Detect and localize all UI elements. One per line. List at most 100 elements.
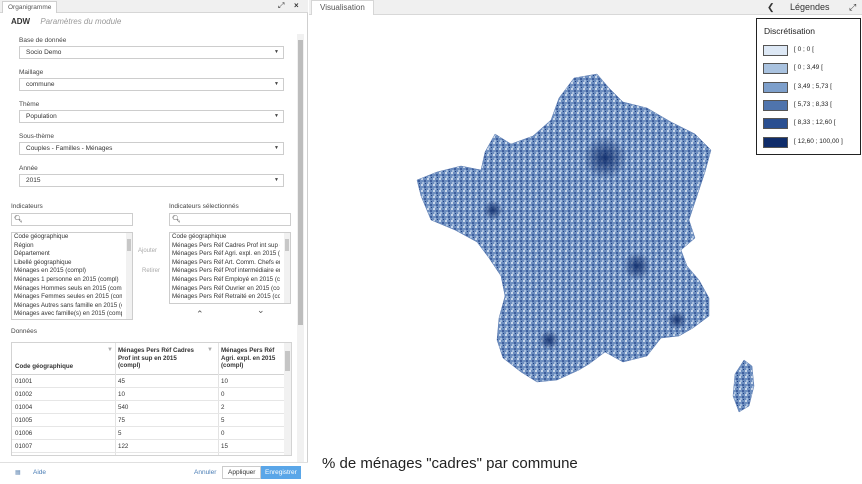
window-tab-organigramme[interactable]: Organigramme xyxy=(2,1,58,13)
theme-select[interactable]: Population ▼ xyxy=(19,110,284,123)
list-item[interactable]: Ménages avec famille(s) en 2015 (compl) xyxy=(12,310,122,319)
list-item[interactable]: Code géographique xyxy=(12,233,122,242)
grid-scrollbar[interactable] xyxy=(284,343,291,455)
lyon-hotspot xyxy=(623,252,651,280)
close-icon[interactable]: × xyxy=(294,1,299,11)
cell-value: 75 xyxy=(118,417,125,424)
list-item[interactable]: Libellé géographique xyxy=(12,259,122,268)
apply-button[interactable]: Appliquer xyxy=(222,466,262,479)
legendes-button[interactable]: Légendes xyxy=(790,1,830,14)
paris-hotspot xyxy=(583,136,627,180)
selected-indicators-list[interactable]: Code géographique Ménages Pers Réf Cadre… xyxy=(169,232,291,304)
donnees-label: Données xyxy=(11,328,38,335)
cell-value: 45 xyxy=(118,378,125,385)
database-value: Socio Demo xyxy=(26,49,62,56)
maillage-select[interactable]: commune ▼ xyxy=(19,78,284,91)
grid-scrollbar-thumb[interactable] xyxy=(285,351,290,371)
parameters-panel: Organigramme ⤢ × ADW Paramètres du modul… xyxy=(0,0,308,484)
legend-class-label: [ 12,60 ; 100,00 ] xyxy=(794,138,843,145)
sous-theme-select[interactable]: Couples - Familles - Ménages ▼ xyxy=(19,142,284,155)
table-row[interactable]: 01006 5 0 xyxy=(12,427,291,440)
field-label-maillage: Maillage xyxy=(19,69,44,76)
tab-visualisation[interactable]: Visualisation xyxy=(311,0,374,15)
parameters-form: Base de donnée Socio Demo ▼ Maillage com… xyxy=(19,36,284,196)
list-item[interactable]: Ménages Pers Réf Cadres Prof int sup en … xyxy=(170,242,280,251)
list-item[interactable]: Ménages Pers Réf Art. Comm. Chefs entr. xyxy=(170,259,280,268)
cell-value: 0 xyxy=(221,430,225,437)
grid-header: Code géographique Ménages Pers Réf Cadre… xyxy=(12,343,291,375)
panel-scrollbar-thumb[interactable] xyxy=(298,40,303,325)
legend-class-label: [ 5,73 ; 8,33 [ xyxy=(794,101,832,108)
list-item[interactable]: Ménages 1 personne en 2015 (compl) xyxy=(12,276,122,285)
table-row[interactable]: 01007 122 15 xyxy=(12,440,291,453)
list-item[interactable]: Ménages Pers Réf Employé en 2015 (comp xyxy=(170,276,280,285)
cancel-button[interactable]: Annuler xyxy=(194,469,216,476)
list-item[interactable]: Code géographique xyxy=(170,233,280,242)
legend-title: Discrétisation xyxy=(764,26,816,36)
expand-icon[interactable]: ⤢ xyxy=(278,1,284,11)
filter-icon[interactable]: ▼ xyxy=(207,347,213,353)
list-item[interactable]: Ménages Femmes seules en 2015 (compl) xyxy=(12,293,122,302)
legend-class-label: [ 0 ; 0 [ xyxy=(794,46,814,53)
move-down-button[interactable]: ⌄ xyxy=(257,305,265,316)
indicators-list[interactable]: Code géographique Région Département Lib… xyxy=(11,232,133,320)
cell-code: 01002 xyxy=(15,391,33,398)
list-item[interactable]: Ménages Pers Réf Agri. expl. en 2015 (co xyxy=(170,250,280,259)
field-label-theme: Thème xyxy=(19,101,40,108)
filter-icon[interactable]: ▼ xyxy=(107,347,113,353)
list-scrollbar-thumb[interactable] xyxy=(285,239,289,251)
list-item[interactable]: Ménages Pers Réf Prof intermédiaire en 2 xyxy=(170,267,280,276)
panel-scrollbar[interactable] xyxy=(297,34,304,462)
corsica-shape xyxy=(732,359,755,413)
indicators-search-input[interactable]: 🔍︎ xyxy=(11,213,133,226)
grid-menu-icon[interactable]: ▦ xyxy=(15,469,21,476)
grid-header-cell[interactable]: Ménages Pers Réf Agri. expl. en 2015 (co… xyxy=(221,347,285,370)
legend-class-label: [ 8,33 ; 12,60 [ xyxy=(794,119,836,126)
remove-button[interactable]: Retirer xyxy=(142,268,160,274)
panel-header: ADW Paramètres du module xyxy=(11,17,121,29)
visualisation-panel: Visualisation ❮ Légendes ⤢ Discrétisatio… xyxy=(309,0,862,484)
list-item[interactable]: Département xyxy=(12,250,122,259)
cell-code: 01007 xyxy=(15,443,33,450)
panel-footer: ▦ Aide Annuler Appliquer Enregistrer xyxy=(0,462,308,484)
dropdown-arrow-icon: ▼ xyxy=(274,113,279,119)
list-item[interactable]: Ménages Autres sans famille en 2015 (co xyxy=(12,302,122,311)
chevron-left-icon[interactable]: ❮ xyxy=(767,1,775,14)
map-caption: % de ménages "cadres" par commune xyxy=(322,455,578,472)
grid-header-cell[interactable]: Code géographique xyxy=(15,363,105,371)
list-item[interactable]: Ménages Hommes seuls en 2015 (compl) xyxy=(12,285,122,294)
table-row[interactable]: 01004 540 2 xyxy=(12,401,291,414)
choropleth-map[interactable] xyxy=(409,70,769,420)
list-item[interactable]: Ménages Pers Réf Ouvrier en 2015 (comp xyxy=(170,285,280,294)
save-button[interactable]: Enregistrer xyxy=(261,466,301,479)
legend-swatch xyxy=(763,45,788,56)
grid-header-cell[interactable]: Ménages Pers Réf Cadres Prof int sup en … xyxy=(118,347,198,370)
table-row[interactable]: 01001 45 10 xyxy=(12,375,291,388)
field-label-annee: Année xyxy=(19,165,38,172)
module-title: Paramètres du module xyxy=(40,17,122,26)
theme-value: Population xyxy=(26,113,57,120)
list-scrollbar[interactable] xyxy=(126,233,132,319)
list-item[interactable]: Ménages Pers Réf Retraité en 2015 (comp xyxy=(170,293,280,302)
database-select[interactable]: Socio Demo ▼ xyxy=(19,46,284,59)
list-scrollbar-thumb[interactable] xyxy=(127,239,131,251)
table-row[interactable]: 01002 10 0 xyxy=(12,388,291,401)
add-button[interactable]: Ajouter xyxy=(138,248,157,254)
indicators-block: Indicateurs 🔍︎ xyxy=(11,202,133,226)
table-row[interactable]: 01005 75 5 xyxy=(12,414,291,427)
window-tab-bar: Organigramme ⤢ × xyxy=(0,0,308,13)
cell-code: 01001 xyxy=(15,378,33,385)
search-icon: 🔍︎ xyxy=(14,216,23,223)
list-scrollbar[interactable] xyxy=(284,233,290,303)
expand-icon[interactable]: ⤢ xyxy=(849,1,856,14)
selected-search-input[interactable]: 🔍︎ xyxy=(169,213,291,226)
cell-value: 10 xyxy=(118,391,125,398)
maillage-value: commune xyxy=(26,81,55,88)
search-icon: 🔍︎ xyxy=(172,216,181,223)
list-item[interactable]: Région xyxy=(12,242,122,251)
annee-select[interactable]: 2015 ▼ xyxy=(19,174,284,187)
data-grid: Code géographique Ménages Pers Réf Cadre… xyxy=(11,342,292,456)
list-item[interactable]: Ménages en 2015 (compl) xyxy=(12,267,122,276)
move-up-button[interactable]: ⌃ xyxy=(196,309,204,320)
help-link[interactable]: Aide xyxy=(33,469,46,476)
